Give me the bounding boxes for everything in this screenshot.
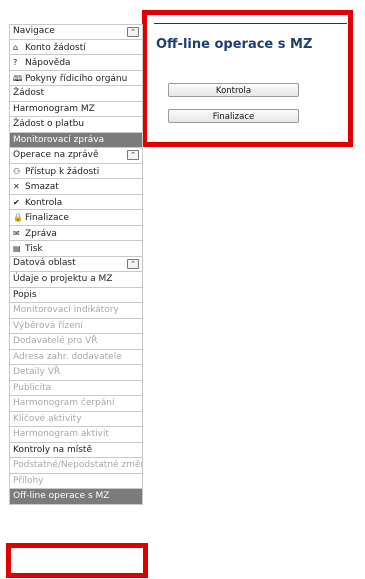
highlight-box-sidebar bbox=[6, 543, 148, 578]
op-item-smazat[interactable]: ✕ Smazat bbox=[9, 179, 143, 195]
data-item-kontroly-na-miste[interactable]: Kontroly na místě bbox=[9, 442, 143, 458]
chevron-up-icon[interactable]: ⌃ bbox=[127, 150, 139, 161]
nav-item-label: Pokyny řídicího orgánu bbox=[25, 73, 128, 84]
nav-item-konto[interactable]: ⌂ Konto žádostí bbox=[9, 39, 143, 55]
data-item-harmonogram-cerpani: Harmonogram čerpání bbox=[9, 396, 143, 412]
print-icon: ▤ bbox=[13, 244, 21, 253]
section-operace-header[interactable]: Operace na zprávě ⌃ bbox=[9, 148, 143, 164]
data-item-adresa: Adresa zahr. dodavatele bbox=[9, 349, 143, 365]
home-icon: ⌂ bbox=[13, 42, 19, 52]
data-item-vyberova-rizeni: Výběrová řízení bbox=[9, 318, 143, 334]
help-icon: ? bbox=[13, 58, 18, 67]
data-item-harmonogram-aktivit: Harmonogram aktivit bbox=[9, 427, 143, 443]
sidebar-item-zadost-o-platbu[interactable]: Žádost o platbu bbox=[9, 117, 143, 133]
chevron-up-icon[interactable]: ⌃ bbox=[127, 26, 139, 37]
sidebar-item-zadost[interactable]: Žádost bbox=[9, 86, 143, 102]
data-item-dodavatele: Dodavatelé pro VŘ bbox=[9, 334, 143, 350]
data-item-monitorovaci-indikatory: Monitorovací indikátory bbox=[9, 303, 143, 319]
op-item-label: Tisk bbox=[25, 244, 43, 254]
op-item-tisk[interactable]: ▤ Tisk bbox=[9, 241, 143, 257]
section-title: Operace na zprávě bbox=[13, 149, 99, 160]
data-item-popis[interactable]: Popis bbox=[9, 287, 143, 303]
book-icon: 🕮 bbox=[13, 73, 23, 83]
op-item-finalizace[interactable]: 🔒 Finalizace bbox=[9, 210, 143, 226]
op-item-label: Zpráva bbox=[25, 228, 57, 239]
data-item-zmeny: Podstatné/Nepodstatné změny bbox=[9, 458, 143, 474]
section-datova-header[interactable]: Datová oblast ⌃ bbox=[9, 256, 143, 272]
user-icon: ⚇ bbox=[13, 166, 21, 176]
sidebar: Navigace ⌃ ⌂ Konto žádostí ? Nápověda 🕮 Pok… bbox=[9, 24, 143, 505]
op-item-label: Přístup k žádosti bbox=[25, 166, 100, 177]
op-item-zprava[interactable]: ✉ Zpráva bbox=[9, 225, 143, 241]
section-title: Datová oblast bbox=[13, 258, 76, 268]
sidebar-item-harmonogram-mz[interactable]: Harmonogram MZ bbox=[9, 101, 143, 117]
op-item-label: Smazat bbox=[25, 182, 59, 192]
op-item-pristup[interactable]: ⚇ Přístup k žádosti bbox=[9, 163, 143, 179]
data-item-udaje[interactable]: Údaje o projektu a MZ bbox=[9, 272, 143, 288]
check-icon: ✔ bbox=[13, 197, 20, 207]
nav-item-label: Konto žádostí bbox=[25, 42, 86, 53]
section-title: Navigace bbox=[13, 26, 55, 36]
lock-icon: 🔒 bbox=[13, 213, 23, 222]
highlight-box-content bbox=[142, 10, 353, 147]
sidebar-item-offline-operace[interactable]: Off-line operace s MZ bbox=[9, 489, 143, 505]
nav-item-napoveda[interactable]: ? Nápověda bbox=[9, 55, 143, 71]
op-item-kontrola[interactable]: ✔ Kontrola bbox=[9, 194, 143, 210]
nav-item-pokyny[interactable]: 🕮 Pokyny řídicího orgánu bbox=[9, 70, 143, 86]
op-item-label: Kontrola bbox=[25, 197, 63, 208]
data-item-publicita: Publicita bbox=[9, 380, 143, 396]
delete-icon: ✕ bbox=[13, 182, 20, 191]
chevron-up-icon[interactable]: ⌃ bbox=[127, 258, 139, 269]
data-item-prilohy: Přílohy bbox=[9, 473, 143, 489]
nav-item-label: Nápověda bbox=[25, 58, 71, 68]
data-item-detaily-vr: Detaily VŘ bbox=[9, 365, 143, 381]
data-item-klicove-aktivity: Klíčové aktivity bbox=[9, 411, 143, 427]
sidebar-item-monitorovaci-zprava[interactable]: Monitorovací zpráva bbox=[9, 132, 143, 148]
op-item-label: Finalizace bbox=[25, 213, 69, 223]
mail-icon: ✉ bbox=[13, 228, 20, 238]
section-navigace-header[interactable]: Navigace ⌃ bbox=[9, 24, 143, 40]
